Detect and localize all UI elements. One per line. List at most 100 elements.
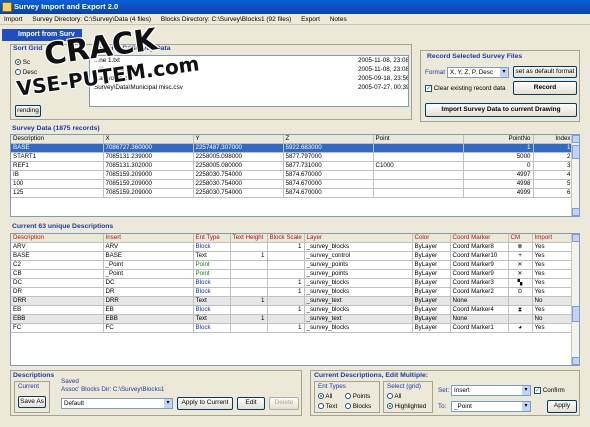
survey-cell: 2258030.754000 (193, 188, 284, 199)
descriptions-cell: _survey_points (304, 269, 413, 280)
descriptions-row[interactable]: DR DR Block 1 _survey_blocks ByLayer Coord Mar… (11, 287, 574, 298)
scroll-thumb[interactable] (572, 145, 579, 159)
descriptions-cell (267, 260, 305, 271)
record-button[interactable]: Record (513, 81, 577, 95)
sort-option-2[interactable]: Desc (15, 69, 37, 76)
saved-descriptions-select[interactable]: Default (61, 398, 173, 409)
survey-col-header[interactable]: Z (283, 135, 374, 145)
survey-row[interactable]: REF1 7085131.302000 2258005.080000 5877.731… (11, 161, 574, 172)
clear-existing-checkbox[interactable]: ✓ Clear existing record data (425, 85, 506, 92)
descriptions-col-header[interactable]: Text Height (230, 234, 268, 244)
survey-cell: 5877.731000 (283, 161, 374, 172)
menu-export[interactable]: Export (301, 16, 320, 23)
descriptions-row[interactable]: FC FC Block 1 _survey_blocks ByLayer Coord Mar… (11, 323, 574, 334)
descriptions-cell: No (532, 314, 574, 325)
descriptions-col-header[interactable]: Description (11, 234, 104, 244)
edit-button[interactable]: Edit (237, 397, 265, 410)
survey-col-header[interactable]: Y (193, 135, 284, 145)
descriptions-col-header[interactable]: Color (412, 234, 451, 244)
survey-col-header[interactable]: Description (11, 135, 104, 145)
survey-col-header[interactable]: Index (533, 135, 574, 145)
apply-button[interactable]: Apply (547, 400, 577, 413)
descriptions-grid[interactable]: Description Insert Ent Type Text Height Bloc… (10, 233, 580, 366)
survey-row[interactable]: 125 7085159.209000 2258030.754000 5874.6700… (11, 188, 574, 199)
descriptions-row[interactable]: BASE BASE Text 1 _survey_control ByLayer Coord… (11, 251, 574, 262)
descriptions-col-header[interactable]: Ent Type (193, 234, 231, 244)
file-list-item[interactable]: Survey\Data\Municipal misc.csv 2005-07-27… (90, 83, 408, 92)
scroll-up-icon[interactable] (572, 135, 579, 143)
apply-to-current-button[interactable]: Apply to Current (177, 397, 233, 410)
survey-scrollbar[interactable] (571, 135, 579, 216)
current-label: Current (18, 383, 39, 390)
ent-text-radio[interactable]: Text (318, 403, 337, 410)
descriptions-cell: EBB (103, 314, 194, 325)
survey-cell (373, 170, 464, 181)
import-survey-data-button[interactable]: Import Survey Data to current Drawing (425, 103, 577, 117)
select-highlighted-radio[interactable]: Highlighted (387, 403, 426, 410)
ent-points-radio[interactable]: Points (345, 393, 370, 400)
menu-import[interactable]: Import (4, 16, 22, 23)
set-default-format-button[interactable]: set as default format (513, 66, 577, 78)
scroll-thumb[interactable] (572, 306, 579, 322)
descriptions-cell: 1 (267, 278, 305, 289)
ent-blocks-radio[interactable]: Blocks (345, 403, 371, 410)
select-all-radio[interactable]: All (387, 393, 401, 400)
survey-col-header[interactable]: Point (373, 135, 464, 145)
confirm-checkbox[interactable]: ✓ Confirm (534, 387, 565, 394)
file-name: ...iew zone 2.txt (94, 66, 138, 73)
refresh-button[interactable]: rending (15, 105, 41, 117)
import-tab[interactable]: Import from Surv (2, 29, 82, 41)
descriptions-row[interactable]: EBB EBB Text 1 _survey_text ByLayer None No (11, 314, 574, 325)
ent-all-radio[interactable]: All (318, 393, 332, 400)
survey-col-header[interactable]: X (103, 135, 194, 145)
survey-cell: 5877.797000 (283, 152, 374, 163)
menu-survey-directory[interactable]: Survey Directory: C:\Survey\Data (4 file… (32, 16, 151, 23)
coord-marker-icon: ▚ (508, 278, 533, 289)
survey-row[interactable]: IB 7085159.209000 2258030.754000 5874.67000… (11, 170, 574, 181)
survey-cell: REF1 (11, 161, 104, 172)
descriptions-col-header[interactable]: Insert (103, 234, 194, 244)
scroll-up-icon[interactable] (572, 234, 579, 242)
edit-multiple-group: Current Descriptions, Edit Multiple: Ent… (310, 370, 580, 416)
file-date: 2005-11-08, 23:08 (358, 57, 409, 64)
descriptions-row[interactable]: C2 _Point Point _survey_points ByLayer Coord … (11, 260, 574, 271)
set-select[interactable]: Insert (451, 385, 531, 396)
scroll-down-icon[interactable] (572, 357, 579, 365)
descriptions-col-header[interactable]: Import (532, 234, 574, 244)
survey-cell: 2258030.754000 (193, 179, 284, 190)
survey-data-grid[interactable]: Description X Y Z Point PointNo Index BASE 7086… (10, 134, 580, 217)
coord-marker-icon: + (508, 251, 533, 262)
sort-option-1[interactable]: Sc (15, 59, 30, 66)
file-list-item[interactable]: ...iew zone 2.txt 2005-11-08, 23:08 (90, 65, 408, 74)
descriptions-col-header[interactable]: Block Scale (267, 234, 305, 244)
menu-blocks-directory[interactable]: Blocks Directory: C:\Survey\Blocks1 (92 … (161, 16, 291, 23)
descriptions-row[interactable]: CB _Point Point _survey_points ByLayer Coord … (11, 269, 574, 280)
format-select[interactable]: X, Y, Z, P, Desc (447, 67, 509, 78)
descriptions-cell (267, 314, 305, 325)
survey-cell: 2 (533, 152, 574, 163)
survey-col-header[interactable]: PointNo (463, 135, 534, 145)
coord-marker-icon (508, 296, 533, 307)
descriptions-row[interactable]: DC DC Block 1 _survey_blocks ByLayer Coord Mar… (11, 278, 574, 289)
survey-row[interactable]: START1 7085131.239000 2258005.098000 5877.7… (11, 152, 574, 163)
descriptions-col-header[interactable]: Layer (304, 234, 413, 244)
descriptions-row[interactable]: ARV ARV Block 1 _survey_blocks ByLayer Coord M… (11, 242, 574, 253)
survey-cell: 4998 (463, 179, 534, 190)
file-list-item[interactable]: ...ne 1.txt 2005-11-08, 23:08 (90, 56, 408, 65)
scroll-down-icon[interactable] (572, 208, 579, 216)
descriptions-row[interactable]: DRR DRR Text 1 _survey_text ByLayer None No (11, 296, 574, 307)
delete-button[interactable]: Delete (269, 397, 299, 410)
to-select[interactable]: _Point (451, 401, 531, 412)
survey-row[interactable]: 100 7085159.209000 2258030.754000 5874.6700… (11, 179, 574, 190)
file-list[interactable]: ...ne 1.txt 2005-11-08, 23:08 ...iew zone … (89, 55, 409, 107)
descriptions-col-header[interactable]: CM (508, 234, 533, 244)
descriptions-row[interactable]: EB EB Block 1 _survey_blocks ByLayer Coord Mar… (11, 305, 574, 316)
save-as-button[interactable]: Save As (18, 396, 46, 408)
survey-row[interactable]: BASE 7086727.360000 2257487.307000 5922.683… (11, 143, 574, 154)
descriptions-cell: Block (193, 323, 231, 334)
descriptions-col-header[interactable]: Coord Marker (450, 234, 509, 244)
menu-notes[interactable]: Notes (330, 16, 347, 23)
descriptions-scrollbar[interactable] (571, 234, 579, 365)
descriptions-cell: Block (193, 287, 231, 298)
file-list-item[interactable]: ...al works.csv 2005-09-18, 23:56 (90, 74, 408, 83)
